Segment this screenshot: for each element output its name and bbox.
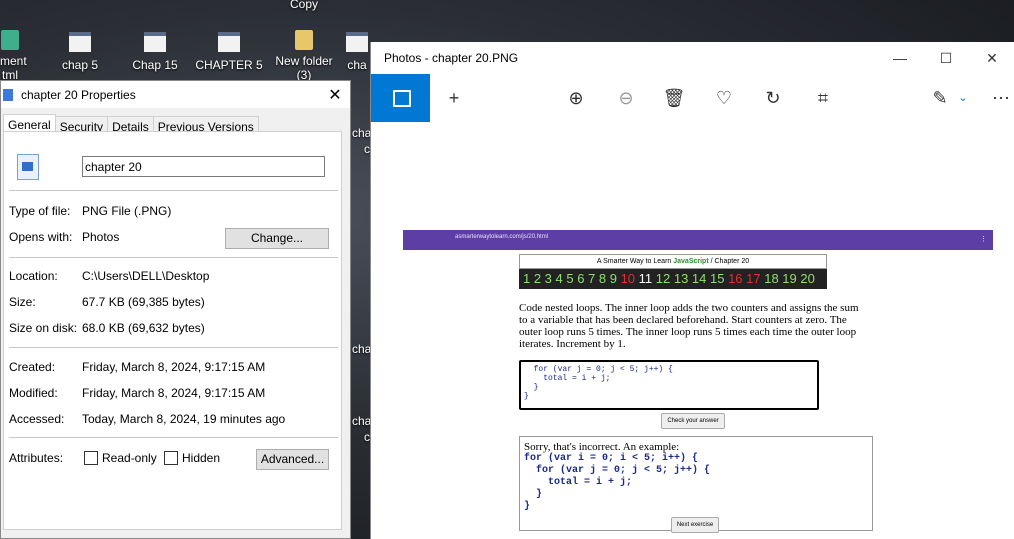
chevron-down-icon[interactable]: ⌄ xyxy=(951,86,975,110)
size-label: Size: xyxy=(9,295,36,309)
desktop-icon-label: New folder (3) xyxy=(275,54,333,82)
created-label: Created: xyxy=(9,360,56,374)
menu-icon: ⋮ xyxy=(980,236,987,243)
desktop-icon-chap5[interactable]: chap 5 xyxy=(45,30,115,72)
properties-dialog: chapter 20 Properties ✕ General Security… xyxy=(0,80,351,539)
opens-label: Opens with: xyxy=(9,230,73,244)
size-value: 67.7 KB (69,385 bytes) xyxy=(82,295,205,309)
desktop-icon-cha[interactable]: cha xyxy=(342,30,372,72)
attributes-label: Attributes: xyxy=(9,451,64,465)
location-value: C:\Users\DELL\Desktop xyxy=(82,269,210,283)
properties-titlebar[interactable]: chapter 20 Properties ✕ xyxy=(1,81,350,108)
size-on-disk-value: 68.0 KB (69,632 bytes) xyxy=(82,321,205,335)
zoom-in-icon[interactable]: ⊕ xyxy=(564,86,588,110)
zoom-out-icon[interactable]: ⊖ xyxy=(614,86,638,110)
chapter-numbers-green: 18 19 20 xyxy=(764,271,815,286)
readonly-checkbox[interactable]: Read-only xyxy=(84,451,157,465)
book-title-prefix: A Smarter Way to Learn xyxy=(596,258,674,265)
chapter-numbers-green: 1 2 3 4 5 6 7 8 9 xyxy=(523,271,621,286)
image-file-icon xyxy=(346,32,368,52)
hidden-label: Hidden xyxy=(182,451,221,465)
desktop-icon-label: chap 5 xyxy=(61,58,99,72)
feedback-message: Sorry, that's incorrect. An example: xyxy=(524,441,680,453)
example-code: for (var i = 0; i < 5; i++) { for (var j… xyxy=(524,453,711,512)
chapter-numbers-green: 12 13 14 15 xyxy=(655,271,729,286)
created-value: Friday, March 8, 2024, 9:17:15 AM xyxy=(82,360,266,374)
location-label: Location: xyxy=(9,269,58,283)
desktop-icon-chapter5[interactable]: CHAPTER 5 xyxy=(194,30,264,72)
chapter-numbers-red: 10 xyxy=(620,271,639,286)
check-answer-button: Check your answer xyxy=(661,413,725,429)
desktop-icon-new-folder[interactable]: New folder (3) xyxy=(269,30,339,82)
user-code-box: for (var j = 0; j < 5; j++) { total = i … xyxy=(519,360,819,410)
desktop-icon-chap15[interactable]: Chap 15 xyxy=(120,30,190,72)
file-icon xyxy=(1,30,19,50)
type-label: Type of file: xyxy=(9,204,71,218)
checkbox-box[interactable] xyxy=(164,451,178,465)
desktop-icon-label: cha xyxy=(347,58,367,72)
desktop-icon-nment[interactable]: nment tml xyxy=(0,30,45,82)
exercise-task: Code nested loops. The inner loop adds t… xyxy=(519,302,859,350)
desktop-side-label: cha xyxy=(352,126,372,140)
image-file-icon xyxy=(218,32,240,52)
chapter-numbers: 1 2 3 4 5 6 7 8 9 10 11 12 13 14 15 16 1… xyxy=(519,269,827,289)
close-icon[interactable]: ✕ xyxy=(969,50,1014,67)
book-title-js: JavaScript xyxy=(673,258,709,265)
photos-window: Photos - chapter 20.PNG — ☐ ✕ + ⊕ ⊖ 🗑 ♡ … xyxy=(370,42,1014,539)
accessed-value: Today, March 8, 2024, 19 minutes ago xyxy=(82,412,286,426)
add-icon[interactable]: + xyxy=(442,86,466,110)
image-file-icon xyxy=(144,32,166,52)
hidden-checkbox[interactable]: Hidden xyxy=(164,451,220,465)
divider xyxy=(9,437,338,438)
draw-icon[interactable]: ✎ xyxy=(928,86,952,110)
advanced-button[interactable]: Advanced... xyxy=(256,449,329,470)
change-button[interactable]: Change... xyxy=(225,228,329,249)
displayed-image: asmarterwaytolearn.com/js/20.html ⋮ A Sm… xyxy=(403,230,993,533)
folder-icon xyxy=(295,30,313,50)
photos-toolbar: + ⊕ ⊖ 🗑 ♡ ↻ ⌗ ✎ ⌄ ⋯ xyxy=(371,74,1014,122)
photos-title: Photos - chapter 20.PNG xyxy=(384,51,519,65)
size-on-disk-label: Size on disk: xyxy=(9,321,78,335)
chapter-number-current: 11 xyxy=(638,271,656,286)
desktop-icon-label: Chap 15 xyxy=(132,58,178,72)
screenshot-url: asmarterwaytolearn.com/js/20.html xyxy=(455,234,549,240)
favorite-icon[interactable]: ♡ xyxy=(712,86,736,110)
divider xyxy=(9,190,338,191)
book-title: A Smarter Way to Learn JavaScript / Chap… xyxy=(519,254,827,269)
properties-title: chapter 20 Properties xyxy=(21,87,136,102)
image-file-icon xyxy=(17,154,39,180)
delete-icon[interactable]: 🗑 xyxy=(662,86,686,110)
minimize-icon[interactable]: — xyxy=(877,50,923,66)
close-icon[interactable]: ✕ xyxy=(320,85,350,105)
type-value: PNG File (.PNG) xyxy=(82,204,172,218)
screenshot-browser-bar: asmarterwaytolearn.com/js/20.html ⋮ xyxy=(403,230,993,250)
edit-image-icon[interactable] xyxy=(371,74,430,122)
desktop-icon-label: CHAPTER 5 xyxy=(195,58,263,72)
screenshot-book-header: A Smarter Way to Learn JavaScript / Chap… xyxy=(519,254,827,289)
opens-value: Photos xyxy=(82,230,120,244)
next-exercise-button: Next exercise xyxy=(671,517,719,533)
crop-icon[interactable]: ⌗ xyxy=(811,86,835,110)
more-icon[interactable]: ⋯ xyxy=(989,86,1013,110)
maximize-icon[interactable]: ☐ xyxy=(923,50,969,67)
image-file-icon xyxy=(3,88,13,101)
modified-value: Friday, March 8, 2024, 9:17:15 AM xyxy=(82,386,266,400)
divider xyxy=(9,257,338,258)
divider xyxy=(9,347,338,348)
book-title-suffix: / Chapter 20 xyxy=(708,258,750,265)
modified-label: Modified: xyxy=(9,386,58,400)
accessed-label: Accessed: xyxy=(9,412,65,426)
desktop-copy-label: Copy xyxy=(290,0,319,11)
image-file-icon xyxy=(69,32,91,52)
readonly-label: Read-only xyxy=(102,451,157,465)
desktop-icon-label: nment tml xyxy=(0,54,27,82)
rotate-icon[interactable]: ↻ xyxy=(761,86,785,110)
desktop-side-label: cha xyxy=(352,414,372,428)
file-name-field[interactable]: chapter 20 xyxy=(82,156,325,177)
checkbox-box[interactable] xyxy=(84,451,98,465)
photos-titlebar[interactable]: Photos - chapter 20.PNG — ☐ ✕ xyxy=(371,42,1014,74)
chapter-numbers-red: 16 17 xyxy=(728,271,765,286)
